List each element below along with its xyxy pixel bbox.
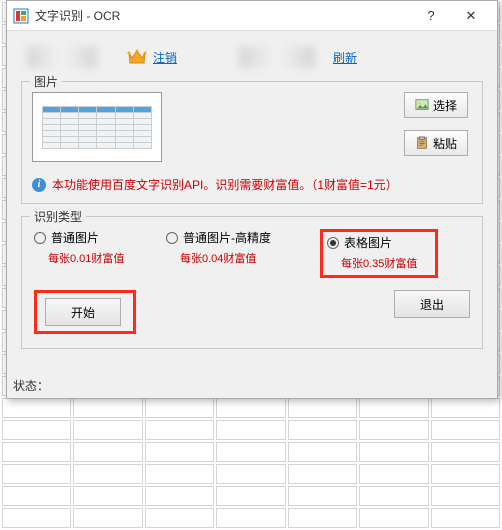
preview-table-icon xyxy=(42,106,152,149)
type-group-legend: 识别类型 xyxy=(30,208,86,225)
refresh-link[interactable]: 刷新 xyxy=(333,49,357,66)
radio-label: 普通图片 xyxy=(51,229,99,246)
radio-icon xyxy=(166,232,178,244)
radio-table-image[interactable]: 表格图片 xyxy=(327,234,429,251)
highlight-start-button: 开始 xyxy=(34,290,136,334)
info-text: 本功能使用百度文字识别API。识别需要财富值。（1财富值=1元） xyxy=(52,176,398,193)
redacted-balance xyxy=(239,46,315,68)
help-button[interactable]: ? xyxy=(411,2,451,30)
window-title: 文字识别 - OCR xyxy=(35,7,411,24)
status-label: 状态： xyxy=(13,377,49,394)
start-button[interactable]: 开始 xyxy=(45,298,121,326)
radio-icon xyxy=(327,237,339,249)
image-icon xyxy=(415,98,429,112)
radio-normal-image[interactable]: 普通图片 xyxy=(34,229,152,246)
radio-high-precision[interactable]: 普通图片-高精度 xyxy=(166,229,306,246)
radio-icon xyxy=(34,232,46,244)
radio-label: 普通图片-高精度 xyxy=(183,229,271,246)
logout-link[interactable]: 注销 xyxy=(153,49,177,66)
crown-icon xyxy=(127,49,147,65)
select-label: 选择 xyxy=(433,97,457,114)
paste-image-button[interactable]: 粘贴 xyxy=(404,130,468,156)
clipboard-icon xyxy=(415,136,429,150)
highlight-table-option: 表格图片 每张0.35财富值 xyxy=(320,229,438,278)
price-table: 每张0.35财富值 xyxy=(341,255,429,271)
account-row: 注销 刷新 xyxy=(21,39,483,75)
titlebar[interactable]: 文字识别 - OCR ? ✕ xyxy=(7,1,497,31)
image-group-legend: 图片 xyxy=(30,73,62,90)
info-icon: i xyxy=(32,178,46,192)
image-groupbox: 图片 选择 xyxy=(21,81,483,204)
exit-button[interactable]: 退出 xyxy=(394,290,470,318)
price-normal: 每张0.01财富值 xyxy=(48,250,152,266)
redacted-username xyxy=(27,46,97,68)
image-preview xyxy=(32,92,162,162)
info-message: i 本功能使用百度文字识别API。识别需要财富值。（1财富值=1元） xyxy=(32,176,472,193)
app-icon xyxy=(13,8,29,24)
select-image-button[interactable]: 选择 xyxy=(404,92,468,118)
price-high: 每张0.04财富值 xyxy=(180,250,306,266)
type-groupbox: 识别类型 普通图片 每张0.01财富值 普通图片-高精度 每张0.04财富值 xyxy=(21,216,483,349)
close-button[interactable]: ✕ xyxy=(451,2,491,30)
ocr-dialog: 文字识别 - OCR ? ✕ 注销 刷新 图片 xyxy=(6,0,498,399)
paste-label: 粘贴 xyxy=(433,135,457,152)
radio-label: 表格图片 xyxy=(344,234,392,251)
